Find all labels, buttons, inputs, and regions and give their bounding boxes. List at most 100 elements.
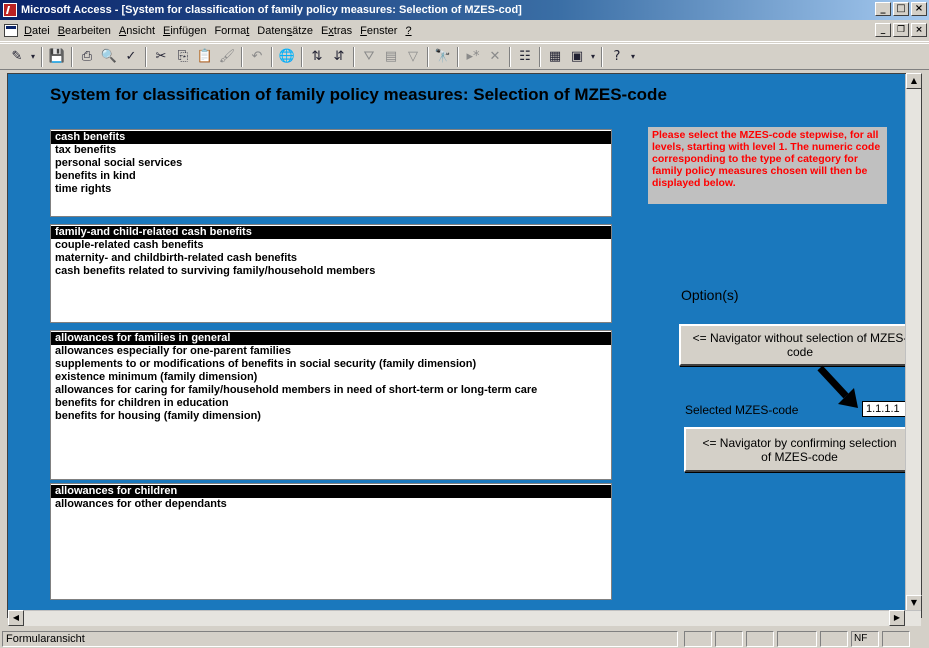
list-item[interactable]: allowances for other dependants <box>51 498 611 511</box>
level3-listbox[interactable]: allowances for families in general allowa… <box>50 330 612 480</box>
level1-listbox[interactable]: cash benefits tax benefits personal social… <box>50 129 612 217</box>
list-item[interactable]: allowances for caring for family/househo… <box>51 384 611 397</box>
window-controls: _ □ × <box>875 2 927 16</box>
minimize-button[interactable]: _ <box>875 2 891 16</box>
navigator-confirm-selection-button[interactable]: <= Navigator by confirming selection of … <box>684 427 905 472</box>
list-item-selected[interactable]: cash benefits <box>51 131 611 144</box>
toolbar-separator <box>301 46 303 67</box>
properties-icon[interactable]: ☷ <box>514 46 536 68</box>
doc-minimize-button[interactable]: _ <box>875 23 891 37</box>
list-item[interactable]: benefits for children in education <box>51 397 611 410</box>
toolbar-separator <box>145 46 147 67</box>
print-icon[interactable]: ⎙ <box>76 46 98 68</box>
status-text: Formularansicht <box>2 631 678 647</box>
undo-icon[interactable]: ↶ <box>246 46 268 68</box>
list-item[interactable]: time rights <box>51 183 611 196</box>
toolbar-separator <box>427 46 429 67</box>
help-icon[interactable]: ? <box>606 46 628 68</box>
list-item-selected[interactable]: family-and child-related cash benefits <box>51 226 611 239</box>
level2-listbox[interactable]: family-and child-related cash benefits co… <box>50 224 612 323</box>
toolbar-separator <box>539 46 541 67</box>
scroll-down-button[interactable]: ▼ <box>906 595 922 611</box>
sort-ascending-icon[interactable]: ⇅ <box>306 46 328 68</box>
list-item[interactable]: couple-related cash benefits <box>51 239 611 252</box>
filter-by-form-icon[interactable]: ▤ <box>380 46 402 68</box>
toolbar-separator <box>241 46 243 67</box>
list-item[interactable]: benefits for housing (family dimension) <box>51 410 611 423</box>
list-item[interactable]: supplements to or modifications of benef… <box>51 358 611 371</box>
arrow-down-right-icon <box>817 365 858 408</box>
list-item-selected[interactable]: allowances for children <box>51 485 611 498</box>
new-object-icon[interactable]: ▣ <box>566 46 588 68</box>
close-button[interactable]: × <box>911 2 927 16</box>
doc-restore-button[interactable]: ❐ <box>893 23 909 37</box>
list-item[interactable]: existence minimum (family dimension) <box>51 371 611 384</box>
scroll-left-button[interactable]: ◀ <box>8 610 24 626</box>
database-window-icon[interactable]: ▦ <box>544 46 566 68</box>
menu-einf-gen[interactable]: Einfügen <box>163 25 206 37</box>
toolbar-separator <box>457 46 459 67</box>
form-document-icon[interactable] <box>4 24 18 37</box>
copy-icon[interactable]: ⎘ <box>172 46 194 68</box>
level4-listbox[interactable]: allowances for children allowances for ot… <box>50 483 612 600</box>
instruction-box: Please select the MZES-code stepwise, fo… <box>648 127 887 204</box>
print-preview-icon[interactable]: 🔍 <box>98 46 120 68</box>
view-design-icon[interactable]: ✎ <box>6 46 28 68</box>
list-item[interactable]: maternity- and childbirth-related cash b… <box>51 252 611 265</box>
menu-[interactable]: ? <box>405 25 411 37</box>
toolbar: ✎ ▾ 💾 ⎙ 🔍 ✓ ✂ ⎘ 📋 🖌 ↶ 🌐 ⇅ ⇵ ⛛ ▤ ▽ 🔭 ▸* ✕… <box>0 43 929 70</box>
format-painter-icon[interactable]: 🖌 <box>216 46 238 68</box>
hyperlink-icon[interactable]: 🌐 <box>276 46 298 68</box>
status-cell <box>777 631 817 647</box>
maximize-button[interactable]: □ <box>893 2 909 16</box>
document-window-controls: _ ❐ × <box>875 23 927 37</box>
window-title: Microsoft Access - [System for classific… <box>21 4 522 16</box>
status-nf-indicator: NF <box>851 631 879 647</box>
spelling-icon[interactable]: ✓ <box>120 46 142 68</box>
resize-grip-icon[interactable] <box>912 631 927 647</box>
save-icon[interactable]: 💾 <box>46 46 68 68</box>
new-record-icon[interactable]: ▸* <box>462 46 484 68</box>
list-item[interactable]: allowances especially for one-parent fam… <box>51 345 611 358</box>
access-app-icon[interactable] <box>3 3 17 17</box>
filter-by-selection-icon[interactable]: ⛛ <box>358 46 380 68</box>
toolbar-options-icon[interactable]: ▾ <box>628 46 638 68</box>
paste-icon[interactable]: 📋 <box>194 46 216 68</box>
vertical-scrollbar[interactable]: ▲ ▼ <box>905 73 922 611</box>
title-bar: Microsoft Access - [System for classific… <box>0 0 929 20</box>
toolbar-separator <box>601 46 603 67</box>
view-dropdown-icon[interactable]: ▾ <box>28 46 38 68</box>
scroll-up-button[interactable]: ▲ <box>906 73 922 89</box>
status-cell <box>715 631 743 647</box>
list-item[interactable]: cash benefits related to surviving famil… <box>51 265 611 278</box>
doc-close-button[interactable]: × <box>911 23 927 37</box>
sort-descending-icon[interactable]: ⇵ <box>328 46 350 68</box>
menu-ansicht[interactable]: Ansicht <box>119 25 155 37</box>
menu-fenster[interactable]: Fenster <box>360 25 397 37</box>
status-bar: Formularansicht NF <box>0 630 929 648</box>
menu-extras[interactable]: Extras <box>321 25 352 37</box>
apply-filter-icon[interactable]: ▽ <box>402 46 424 68</box>
list-item[interactable]: personal social services <box>51 157 611 170</box>
toolbar-separator <box>41 46 43 67</box>
menu-format[interactable]: Format <box>214 25 249 37</box>
status-cell <box>746 631 774 647</box>
options-label: Option(s) <box>681 287 739 303</box>
list-item[interactable]: benefits in kind <box>51 170 611 183</box>
list-item-selected[interactable]: allowances for families in general <box>51 332 611 345</box>
delete-record-icon[interactable]: ✕ <box>484 46 506 68</box>
form-title: System for classification of family poli… <box>50 85 667 104</box>
menu-datei[interactable]: Datei <box>24 25 50 37</box>
selected-code-field[interactable]: 1.1.1.1 <box>862 401 905 417</box>
find-icon[interactable]: 🔭 <box>432 46 454 68</box>
list-item[interactable]: tax benefits <box>51 144 611 157</box>
status-cell <box>882 631 910 647</box>
cut-icon[interactable]: ✂ <box>150 46 172 68</box>
horizontal-scrollbar[interactable]: ◀ ▶ <box>8 610 921 626</box>
new-object-dropdown-icon[interactable]: ▾ <box>588 46 598 68</box>
menu-bearbeiten[interactable]: Bearbeiten <box>58 25 111 37</box>
toolbar-separator <box>271 46 273 67</box>
menu-datens-tze[interactable]: Datensätze <box>257 25 313 37</box>
scroll-right-button[interactable]: ▶ <box>889 610 905 626</box>
navigator-without-selection-button[interactable]: <= Navigator without selection of MZES-c… <box>679 324 905 366</box>
